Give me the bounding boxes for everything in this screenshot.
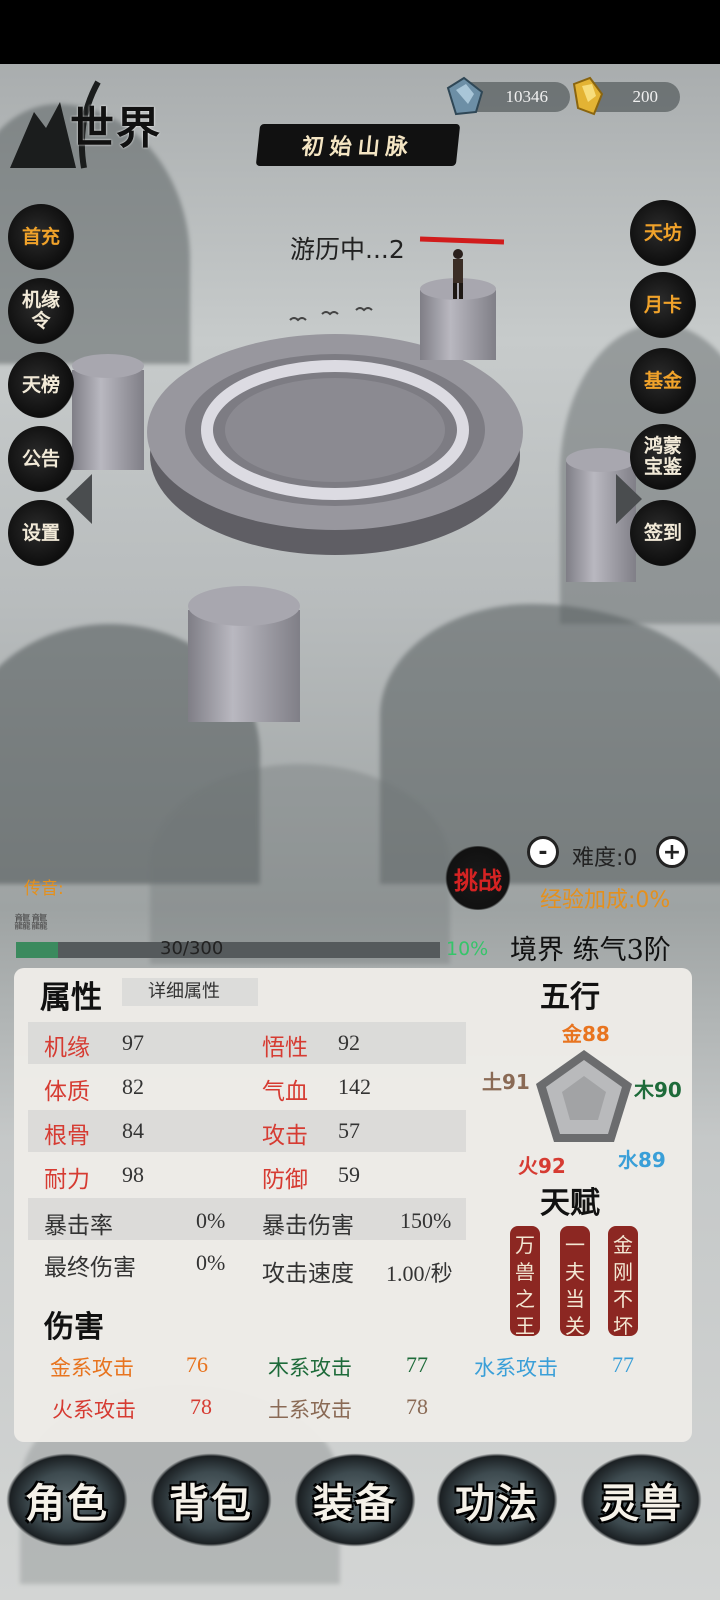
metal-element: 金88 xyxy=(562,1022,610,1046)
exp-percent: 10% xyxy=(446,938,489,960)
sign-in-button[interactable]: 签到 xyxy=(630,500,696,566)
stone-pillar-top xyxy=(72,354,144,378)
stone-pillar xyxy=(188,610,300,722)
attack-speed-label: 攻击速度 xyxy=(262,1261,354,1287)
talents-title: 天赋 xyxy=(540,1186,600,1221)
wood-attack-value: 77 xyxy=(406,1352,428,1377)
nav-bag-button[interactable]: 背包 xyxy=(146,1450,276,1550)
gongji-label: 攻击 xyxy=(262,1123,308,1149)
tizhi-value: 82 xyxy=(122,1074,144,1099)
attributes-title: 属性 xyxy=(40,980,102,1016)
final-damage-label: 最终伤害 xyxy=(44,1255,136,1281)
fangyu-label: 防御 xyxy=(262,1167,308,1193)
earth-attack-label: 土系攻击 xyxy=(268,1398,352,1422)
final-damage-value: 0% xyxy=(196,1250,226,1275)
metal-attack-label: 金系攻击 xyxy=(50,1356,134,1380)
exp-progress-track xyxy=(16,942,440,958)
detail-attributes-tab[interactable]: 详细属性 xyxy=(122,978,258,1006)
attribute-panel: 属性 详细属性 机缘 97 悟性 92 体质 82 气血 142 根骨 84 攻… xyxy=(14,968,692,1442)
heaven-ranking-button[interactable]: 天榜 xyxy=(8,352,74,418)
crit-rate-label: 暴击率 xyxy=(44,1213,113,1239)
exp-bonus: 经验加成:0% xyxy=(540,888,671,913)
gold-ingot-icon xyxy=(572,76,604,116)
five-elements-title: 五行 xyxy=(540,980,600,1015)
heaven-shop-button[interactable]: 天坊 xyxy=(630,200,696,266)
stone-pillar-top xyxy=(188,586,300,626)
row-background xyxy=(28,1110,466,1152)
gold-amount: 200 xyxy=(632,87,659,106)
exp-progress-text: 30/300 xyxy=(160,938,224,959)
realm-text: 境界 练气3阶 xyxy=(510,935,671,966)
jiyuan-label: 机缘 xyxy=(44,1035,90,1061)
tizhi-label: 体质 xyxy=(44,1079,90,1105)
naili-label: 耐力 xyxy=(44,1167,90,1193)
fire-element: 火92 xyxy=(518,1154,566,1178)
difficulty-minus-button[interactable]: - xyxy=(527,836,559,868)
announcement-button[interactable]: 公告 xyxy=(8,426,74,492)
metal-attack-value: 76 xyxy=(186,1352,208,1377)
talent-tag[interactable]: 万兽之王 xyxy=(510,1226,540,1338)
chat-label[interactable]: 传音: xyxy=(24,874,64,899)
challenge-button[interactable]: 挑战 xyxy=(440,846,516,910)
birds-icon xyxy=(289,307,373,322)
row-background xyxy=(28,1022,466,1064)
jade-gem-icon xyxy=(446,76,484,116)
difficulty-label: 难度:0 xyxy=(572,846,638,871)
travel-status: 游历中...2 xyxy=(290,235,405,264)
qixue-value: 142 xyxy=(338,1074,371,1099)
water-attack-value: 77 xyxy=(612,1352,634,1377)
fire-attack-label: 火系攻击 xyxy=(52,1398,136,1422)
wuxing-value: 92 xyxy=(338,1030,360,1055)
gengu-value: 84 xyxy=(122,1118,144,1143)
challenge-label: 挑战 xyxy=(454,865,502,895)
talent-tag[interactable]: 金刚不坏 xyxy=(608,1226,638,1338)
attack-speed-value: 1.00/秒 xyxy=(386,1261,453,1286)
world-logo: 世界 xyxy=(6,72,176,172)
gengu-label: 根骨 xyxy=(44,1123,90,1149)
treasure-book-button[interactable]: 鸿蒙宝鉴 xyxy=(630,424,696,490)
fangyu-value: 59 xyxy=(338,1162,360,1187)
water-element: 水89 xyxy=(618,1148,666,1172)
crit-damage-label: 暴击伤害 xyxy=(262,1213,354,1239)
location-banner: 初始山脉 xyxy=(255,124,461,166)
wood-element: 木90 xyxy=(634,1078,682,1102)
settings-button[interactable]: 设置 xyxy=(8,500,74,566)
five-elements-pentagon-icon xyxy=(536,1050,632,1142)
crit-damage-value: 150% xyxy=(400,1208,452,1233)
monthly-card-button[interactable]: 月卡 xyxy=(630,272,696,338)
jade-amount: 10346 xyxy=(505,87,549,106)
cultivator-character-icon xyxy=(453,249,463,299)
status-bar xyxy=(0,0,720,64)
earth-element: 土91 xyxy=(482,1070,530,1094)
fire-attack-value: 78 xyxy=(190,1394,212,1419)
nav-character-button[interactable]: 角色 xyxy=(2,1450,132,1550)
water-attack-label: 水系攻击 xyxy=(474,1356,558,1380)
stone-pillar-top xyxy=(566,448,636,472)
gongji-value: 57 xyxy=(338,1118,360,1143)
difficulty-plus-button[interactable]: + xyxy=(656,836,688,868)
nav-equipment-button[interactable]: 装备 xyxy=(290,1450,420,1550)
qixue-label: 气血 xyxy=(262,1079,308,1105)
earth-attack-value: 78 xyxy=(406,1394,428,1419)
fortune-token-button[interactable]: 机缘令 xyxy=(8,278,74,344)
exp-progress-fill xyxy=(16,942,59,958)
nav-skills-button[interactable]: 功法 xyxy=(432,1450,562,1550)
world-title: 世界 xyxy=(70,103,162,154)
crit-rate-value: 0% xyxy=(196,1208,226,1233)
stone-pillar xyxy=(72,370,144,470)
location-name: 初始山脉 xyxy=(300,134,416,160)
first-charge-button[interactable]: 首充 xyxy=(8,204,74,270)
nav-spirit-beast-button[interactable]: 灵兽 xyxy=(576,1450,706,1550)
naili-value: 98 xyxy=(122,1162,144,1187)
fund-button[interactable]: 基金 xyxy=(630,348,696,414)
damage-title: 伤害 xyxy=(44,1310,104,1345)
talent-tag[interactable]: 一夫当关 xyxy=(560,1226,590,1338)
jiyuan-value: 97 xyxy=(122,1030,144,1055)
chat-message: 龘龘 xyxy=(14,913,48,933)
wood-attack-label: 木系攻击 xyxy=(268,1356,352,1380)
wuxing-label: 悟性 xyxy=(262,1035,308,1061)
